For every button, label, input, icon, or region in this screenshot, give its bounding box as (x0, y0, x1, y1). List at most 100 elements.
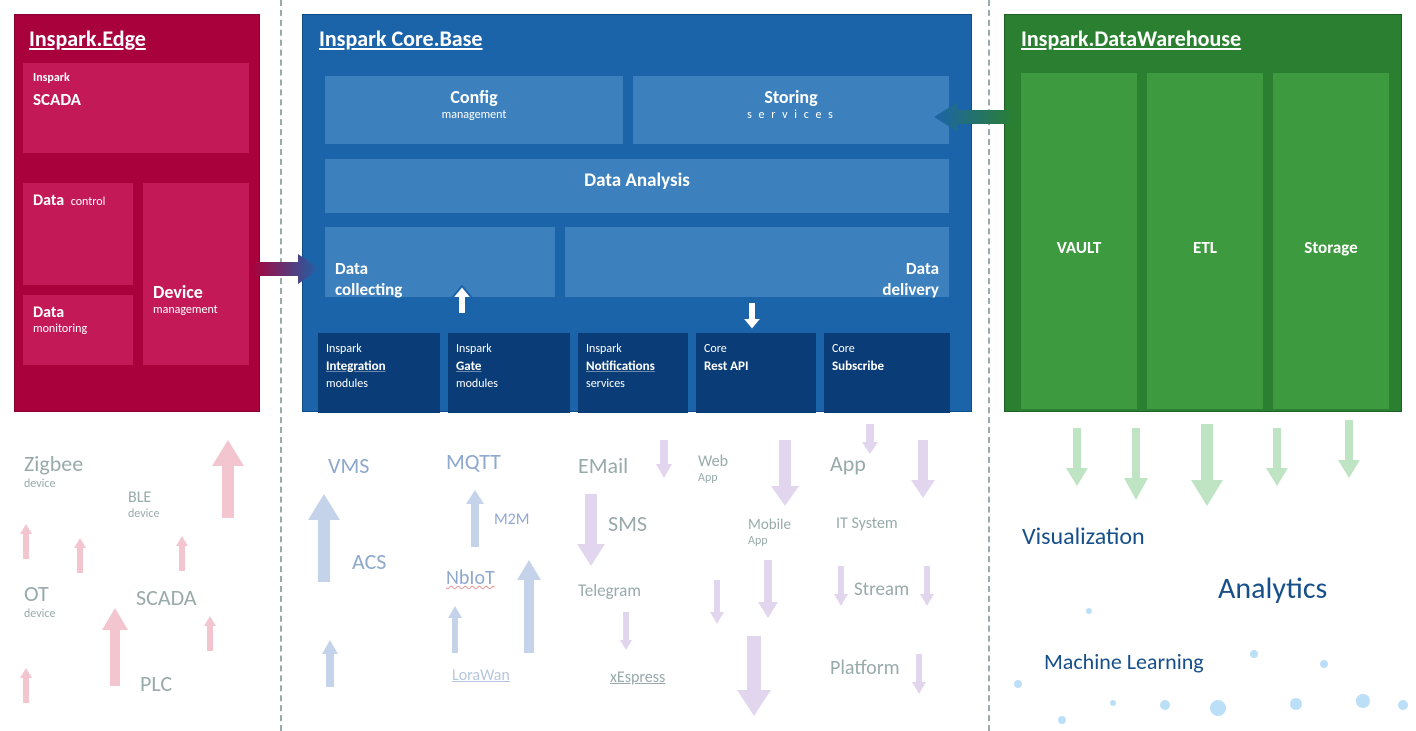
bracket-collect (326, 304, 566, 336)
bubble-icon (1014, 680, 1022, 688)
arrow-up-blue2-icon (322, 640, 338, 688)
label-visualization: Visualization (1022, 522, 1145, 551)
edge-data-control-box: Data control (22, 182, 134, 286)
arrow-down-green5-icon (1338, 420, 1360, 478)
divider-left (280, 0, 282, 731)
dw-etl: ETL (1193, 237, 1217, 258)
arrow-down-purple4-icon (770, 440, 800, 506)
label-webapp: Web App (698, 452, 728, 485)
core-title: Inspark Core.Base (319, 25, 961, 52)
edge-device-sub: management (153, 303, 239, 317)
arrow-dw-to-core-icon (932, 100, 1016, 134)
label-vms: VMS (328, 452, 369, 479)
arrow-down-green3-icon (1190, 424, 1224, 506)
module-notifications-sub: services (586, 377, 625, 391)
dw-storage-box: Storage (1272, 72, 1390, 410)
bubble-icon (1250, 650, 1258, 658)
ble: BLE (128, 488, 151, 507)
arrow-down-icon (738, 300, 766, 330)
arrow-up-red3-icon (20, 524, 32, 560)
label-ot: OT device (24, 580, 55, 621)
arrow-edge-to-core-icon (252, 252, 322, 286)
label-app: App (830, 450, 866, 477)
label-zigbee: Zigbee device (24, 450, 83, 491)
module-gate-sub: modules (456, 377, 498, 391)
dw-storage: Storage (1304, 237, 1357, 258)
module-integration-sub: modules (326, 377, 368, 391)
label-plc: PLC (140, 670, 172, 697)
module-restapi-name: Rest API (704, 359, 748, 374)
label-m2m: M2M (494, 510, 529, 529)
edge-device-box: Device management (142, 182, 250, 366)
module-restapi: Core Rest API (696, 333, 816, 413)
module-gate: Inspark Gate modules (448, 333, 570, 413)
bubble-icon (1356, 694, 1370, 708)
core-deliver: Data delivery (882, 258, 939, 300)
module-notifications: Inspark Notifications services (578, 333, 688, 413)
module-notifications-name: Notifications (586, 359, 655, 374)
mobile: Mobile (748, 516, 791, 534)
bubble-icon (1398, 700, 1408, 710)
bubble-icon (1160, 700, 1170, 710)
module-subscribe-name: Subscribe (832, 359, 884, 374)
core-deliver-box: Data delivery (564, 226, 950, 298)
core-config-box: Config management (324, 75, 624, 145)
core-collect-box: Data collecting (324, 226, 556, 298)
edge-data-monitoring-box: Data monitoring (22, 294, 134, 366)
arrow-up-red2-icon (100, 608, 130, 688)
core-analysis-box: Data Analysis (324, 158, 950, 214)
dw-vault: VAULT (1057, 237, 1102, 258)
core-collect: Data collecting (335, 258, 402, 300)
module-subscribe: Core Subscribe (824, 333, 950, 413)
arrow-down-purple11-icon (920, 566, 934, 606)
arrow-up-red7-icon (20, 668, 32, 704)
label-lorawan: LoraWan (452, 666, 510, 685)
mobile-sub: App (748, 534, 791, 548)
ot: OT (24, 580, 49, 607)
label-sms: SMS (608, 510, 647, 537)
dw-vault-box: VAULT (1020, 72, 1138, 410)
arrow-up-blue5-icon (448, 606, 462, 654)
core-storing: Storing (643, 86, 939, 108)
bubble-icon (1290, 698, 1302, 710)
edge-device: Device (153, 281, 203, 303)
bubble-icon (1058, 716, 1066, 724)
edge-data-control-sub: control (71, 195, 106, 209)
arrow-up-red-icon (210, 440, 246, 520)
arrow-down-purple12-icon (912, 654, 926, 694)
bubble-icon (1086, 608, 1092, 614)
core-analysis: Data Analysis (584, 169, 690, 192)
arrow-up-blue4-icon (516, 560, 542, 654)
webapp: Web (698, 452, 728, 471)
edge-data-mon-sub: monitoring (33, 322, 123, 336)
arrow-down-purple10-icon (834, 566, 848, 606)
label-stream: Stream (854, 578, 909, 601)
dw-title: Inspark.DataWarehouse (1021, 25, 1391, 52)
module-subscribe-pre: Core (832, 342, 855, 356)
label-email: EMail (578, 452, 628, 479)
bubble-icon (1210, 700, 1226, 716)
arrow-down-green-icon (1066, 428, 1088, 486)
label-mobileapp: Mobile App (748, 516, 791, 548)
arrow-up-icon (448, 286, 476, 316)
module-integration-pre: Inspark (326, 342, 362, 356)
edge-scada-box: Inspark SCADA (22, 62, 250, 154)
arrow-down-purple8-icon (862, 424, 878, 454)
label-analytics: Analytics (1218, 570, 1327, 607)
arrow-down-purple9-icon (910, 440, 936, 498)
arrow-up-red4-icon (74, 538, 86, 574)
arrow-down-purple6-icon (710, 580, 724, 624)
arrow-up-blue-icon (306, 494, 342, 584)
module-gate-pre: Inspark (456, 342, 492, 356)
zigbee-sub: device (24, 477, 83, 491)
label-nbiot: NbIoT (446, 566, 495, 590)
label-scada-device: SCADA (136, 584, 197, 611)
label-mqtt: MQTT (446, 448, 501, 475)
edge-data-control: Data (33, 191, 64, 210)
arrow-down-purple-icon (656, 440, 672, 478)
edge-title: Inspark.Edge (29, 25, 251, 52)
arrow-down-purple3-icon (620, 612, 632, 650)
label-ml: Machine Learning (1044, 648, 1204, 675)
edge-data-mon: Data (33, 303, 64, 322)
core-config-sub: management (335, 108, 613, 122)
